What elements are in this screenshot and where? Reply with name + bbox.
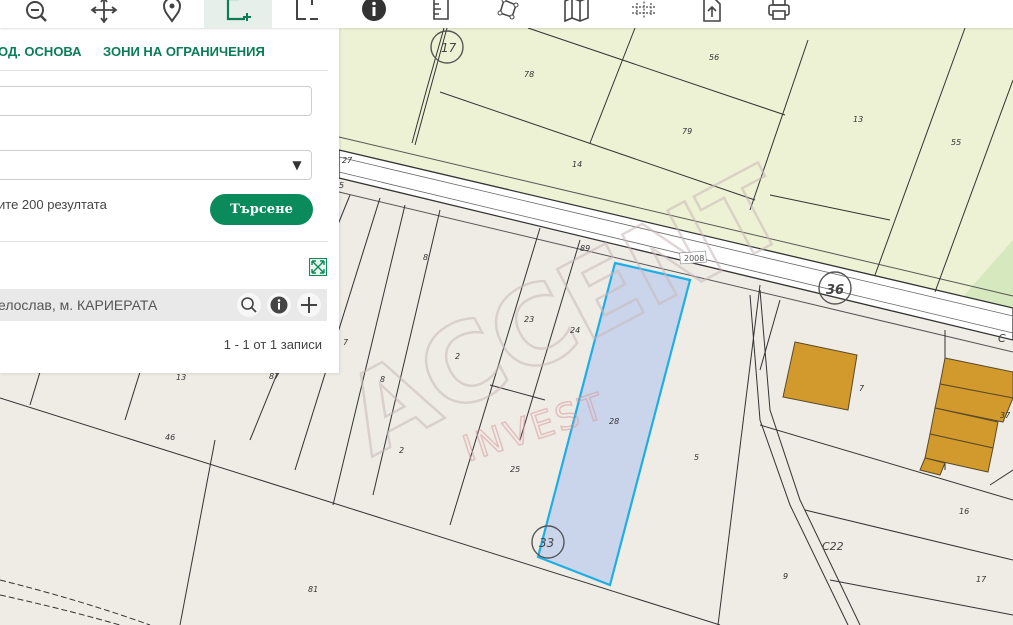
polygon-tool[interactable] <box>485 0 533 28</box>
parcel-number: 89 <box>580 244 590 253</box>
measure-icon <box>433 0 449 20</box>
zoom-to-result-button[interactable] <box>237 293 261 317</box>
parcel-number: 2 <box>399 446 404 455</box>
parcel-number: 46 <box>165 433 175 442</box>
parcel-number: 28 <box>609 417 619 426</box>
search-input[interactable] <box>0 87 311 115</box>
map-toolbar <box>0 0 1013 28</box>
select-rectangle-tool[interactable] <box>283 0 331 28</box>
parcel-number: 14 <box>572 160 582 169</box>
parcel-number: 27 <box>342 156 353 165</box>
parcel-number: 25 <box>510 465 520 474</box>
expand-icon[interactable] <box>309 258 327 276</box>
search-button[interactable]: Търсене <box>210 194 313 225</box>
parcel-number: 8 <box>380 375 385 384</box>
parcel-number: 2 <box>455 352 460 361</box>
svg-text:17: 17 <box>441 41 457 55</box>
parcel-number: 78 <box>524 70 534 79</box>
coordinate-grid-tool[interactable] <box>620 0 668 28</box>
type-select[interactable]: ▼ <box>0 150 312 180</box>
parcel-number: 79 <box>682 127 692 136</box>
search-input-field[interactable] <box>0 86 312 116</box>
info-icon <box>362 0 386 21</box>
search-panel: ОД. ОСНОВА ЗОНИ НА ОГРАНИЧЕНИЯ ▼ ите 200… <box>0 28 339 373</box>
coordinate-grid-icon <box>632 0 656 19</box>
parcel-number: 37 <box>1000 411 1011 420</box>
print-tool[interactable] <box>755 0 803 28</box>
parcel-number: 56 <box>709 53 719 62</box>
parcel-number: 5 <box>694 453 699 462</box>
parcel-number: 13 <box>853 115 863 124</box>
export-tool[interactable] <box>688 0 736 28</box>
add-result-button[interactable] <box>297 293 321 317</box>
result-address: елослав, м. КАРИЕРАТА <box>0 297 158 313</box>
results-limit-hint: ите 200 резултата <box>0 197 107 212</box>
svg-text:33: 33 <box>539 536 554 550</box>
pan-tool[interactable] <box>80 0 128 28</box>
svg-text:C: C <box>998 332 1006 345</box>
svg-text:36: 36 <box>826 283 844 298</box>
select-area-tool[interactable] <box>204 0 272 28</box>
parcel-number: 23 <box>524 315 534 324</box>
info-tool[interactable] <box>350 0 398 28</box>
select-rectangle-icon <box>296 0 318 20</box>
divider <box>0 241 328 242</box>
marker-icon <box>162 0 182 23</box>
parcel-number: 5 <box>339 181 344 190</box>
tab-restrictions[interactable]: ЗОНИ НА ОГРАНИЧЕНИЯ <box>103 44 265 59</box>
parcel-number: 81 <box>308 585 318 594</box>
result-info-button[interactable] <box>267 293 291 317</box>
divider <box>0 70 328 71</box>
road-label: 2008 <box>684 254 704 263</box>
map-layers-icon <box>564 0 589 23</box>
polygon-icon <box>497 0 519 20</box>
print-icon <box>768 0 790 20</box>
parcel-number: 24 <box>570 326 580 335</box>
dropdown-arrow-icon[interactable]: ▼ <box>283 151 311 179</box>
parcel-number: 13 <box>176 373 186 382</box>
tab-base[interactable]: ОД. ОСНОВА <box>0 44 82 59</box>
zoom-out-icon <box>26 1 47 22</box>
pagination-info: 1 - 1 от 1 записи <box>223 337 322 352</box>
pan-icon <box>90 0 118 24</box>
marker-tool[interactable] <box>148 0 196 28</box>
select-area-icon <box>226 0 251 21</box>
parcel-number: 55 <box>951 138 961 147</box>
parcel-number: 16 <box>959 507 969 516</box>
parcel-number: 8 <box>423 253 428 262</box>
plus-icon <box>301 297 317 313</box>
parcel-number: 9 <box>783 572 788 581</box>
parcel-number: 87 <box>269 372 280 381</box>
info-icon <box>270 296 288 314</box>
search-icon <box>241 297 257 313</box>
measure-tool[interactable] <box>417 0 465 28</box>
parcel-number: 17 <box>976 575 987 584</box>
svg-text:C22: C22 <box>822 540 844 553</box>
map-layers-tool[interactable] <box>553 0 601 28</box>
export-icon <box>703 0 721 22</box>
zoom-out-tool[interactable] <box>13 0 61 28</box>
result-row[interactable]: елослав, м. КАРИЕРАТА <box>0 289 327 321</box>
